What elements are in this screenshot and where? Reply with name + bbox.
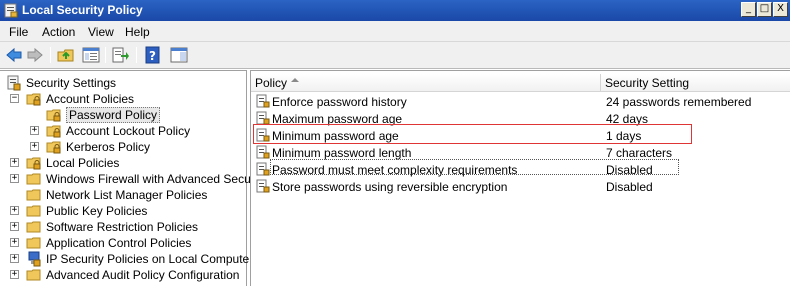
policy-setting-icon — [256, 94, 270, 108]
tree-item-label: Application Control Policies — [46, 236, 192, 250]
expand-icon[interactable]: + — [30, 142, 39, 151]
tree-item[interactable]: Network List Manager Policies — [0, 187, 247, 203]
tree-item-label: Account Policies — [46, 92, 135, 106]
tree-item[interactable]: + Kerberos Policy — [0, 139, 247, 155]
tree-item-label: Account Lockout Policy — [66, 124, 191, 138]
folder-icon — [26, 187, 42, 203]
folder-icon — [26, 219, 42, 235]
list-pane: Policy Security Setting Enforce password… — [250, 70, 790, 286]
tree-item[interactable]: − Account Policies — [0, 91, 247, 107]
collapse-icon[interactable]: − — [10, 94, 19, 103]
tree-item[interactable]: + IP Security Policies on Local Computer — [0, 251, 253, 267]
folder-lock-icon — [26, 155, 42, 171]
forward-arrow-icon[interactable] — [26, 46, 44, 64]
security-settings-icon — [6, 75, 22, 91]
tree-item-label: Network List Manager Policies — [46, 188, 208, 202]
column-header-policy[interactable]: Policy — [251, 74, 601, 92]
security-setting-value: Disabled — [606, 180, 653, 194]
security-policy-app-icon — [4, 3, 18, 18]
folder-icon — [26, 203, 42, 219]
export-list-icon[interactable] — [112, 46, 130, 64]
tree-item[interactable]: + Local Policies — [0, 155, 247, 171]
tree-item-label: Password Policy — [66, 107, 161, 123]
expand-icon[interactable]: + — [10, 206, 19, 215]
tree-item-label: Kerberos Policy — [66, 140, 151, 154]
tree-item-label: Advanced Audit Policy Configuration — [46, 268, 240, 282]
focus-rectangle — [270, 159, 679, 175]
menu-bar: File Action View Help — [0, 21, 790, 42]
expand-icon[interactable]: + — [10, 158, 19, 167]
table-row[interactable]: Enforce password history 24 passwords rem… — [251, 93, 790, 110]
tree-item-label: IP Security Policies on Local Computer — [46, 252, 254, 266]
folder-lock-icon — [26, 91, 42, 107]
policy-setting-icon — [256, 111, 270, 125]
tree-item-label: Security Settings — [26, 76, 117, 90]
expand-icon[interactable]: + — [10, 174, 19, 183]
highlight-annotation-box — [253, 124, 692, 144]
policy-name: Minimum password length — [272, 146, 412, 160]
svg-text:?: ? — [149, 49, 156, 63]
ip-security-icon — [26, 251, 42, 267]
up-folder-icon[interactable] — [57, 46, 75, 64]
expand-icon[interactable]: + — [10, 238, 19, 247]
expand-icon[interactable]: + — [10, 222, 19, 231]
tree-pane: Security Settings − Account Policies Passwo… — [0, 70, 267, 286]
tree-item-label: Windows Firewall with Advanced Security — [46, 172, 267, 186]
security-setting-value: 24 passwords remembered — [606, 95, 752, 109]
column-header-security-setting[interactable]: Security Setting — [601, 74, 790, 92]
properties-panel-icon[interactable] — [170, 46, 188, 64]
sort-ascending-icon — [291, 78, 299, 82]
menu-view[interactable]: View — [88, 25, 114, 39]
menu-action[interactable]: Action — [42, 25, 75, 39]
tree-item[interactable]: + Application Control Policies — [0, 235, 247, 251]
policy-name: Enforce password history — [272, 95, 407, 109]
menu-file[interactable]: File — [9, 25, 28, 39]
tree-item[interactable]: Password Policy — [0, 107, 247, 123]
folder-lock-icon — [46, 139, 62, 155]
tree-item-label: Public Key Policies — [46, 204, 148, 218]
folder-icon — [26, 171, 42, 187]
tree-item[interactable]: + Software Restriction Policies — [0, 219, 247, 235]
tree-item[interactable]: + Advanced Audit Policy Configuration — [0, 267, 247, 283]
window-title: Local Security Policy — [22, 3, 143, 17]
help-icon[interactable]: ? — [144, 46, 162, 64]
expand-icon[interactable]: + — [10, 254, 19, 263]
table-row[interactable]: Store passwords using reversible encrypt… — [251, 178, 790, 195]
close-button[interactable]: X — [773, 2, 788, 17]
tree-item-label: Software Restriction Policies — [46, 220, 199, 234]
toolbar: ? — [0, 42, 790, 69]
folder-icon — [26, 235, 42, 251]
policy-setting-icon — [256, 162, 270, 176]
policy-name: Store passwords using reversible encrypt… — [272, 180, 508, 194]
tree-item-label: Local Policies — [46, 156, 120, 170]
folder-lock-icon — [46, 107, 62, 123]
back-arrow-icon[interactable] — [5, 46, 23, 64]
show-hide-tree-icon[interactable] — [82, 46, 100, 64]
policy-setting-icon — [256, 145, 270, 159]
tree-item[interactable]: + Account Lockout Policy — [0, 123, 247, 139]
folder-lock-icon — [46, 123, 62, 139]
expand-icon[interactable]: + — [10, 270, 19, 279]
expand-icon[interactable]: + — [30, 126, 39, 135]
minimize-button[interactable]: _ — [741, 2, 756, 17]
title-bar: Local Security Policy _ □ X — [0, 0, 790, 21]
menu-help[interactable]: Help — [125, 25, 150, 39]
security-setting-value: 7 characters — [606, 146, 673, 160]
policy-setting-icon — [256, 179, 270, 193]
maximize-button[interactable]: □ — [757, 2, 772, 17]
tree-item[interactable]: Security Settings — [0, 75, 247, 91]
tree-item[interactable]: + Windows Firewall with Advanced Security — [0, 171, 267, 187]
tree-item[interactable]: + Public Key Policies — [0, 203, 247, 219]
folder-icon — [26, 267, 42, 283]
